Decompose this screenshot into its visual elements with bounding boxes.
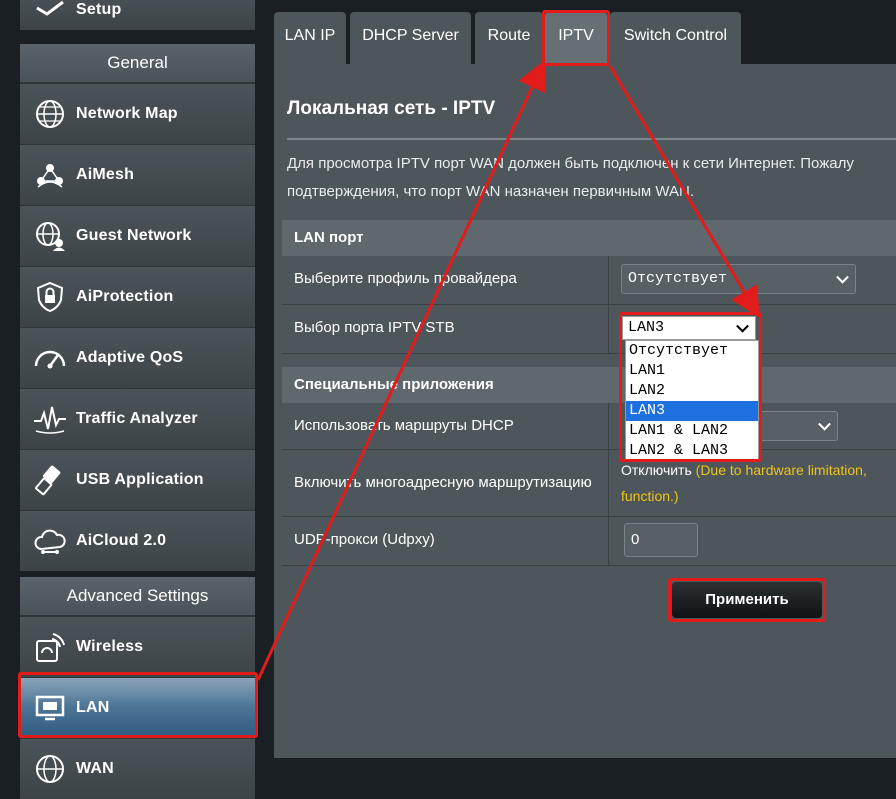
- annotation-box-stb: [619, 312, 762, 462]
- row-iptv-stb-port: Выбор порта IPTV STB: [282, 305, 896, 354]
- sidebar-item-label: AiCloud 2.0: [76, 532, 167, 549]
- sidebar-item-adaptive-qos[interactable]: Adaptive QoS: [20, 327, 255, 388]
- page-title: Локальная сеть - IPTV: [287, 98, 496, 119]
- pulse-icon: [32, 401, 68, 437]
- guest-globe-icon: [32, 218, 68, 254]
- dhcp-routes-select[interactable]: [758, 411, 838, 441]
- sidebar-item-label: AiProtection: [76, 288, 174, 305]
- sidebar-item-aimesh[interactable]: AiMesh: [20, 144, 255, 205]
- annotation-box-lan: [18, 672, 258, 738]
- tab-dhcp-server[interactable]: DHCP Server: [350, 12, 471, 64]
- sidebar-header-general: General: [20, 44, 255, 83]
- sidebar-item-usb-application[interactable]: USB Application: [20, 449, 255, 510]
- sidebar-header-advanced: Advanced Settings: [20, 577, 255, 616]
- sidebar-item-network-map[interactable]: Network Map: [20, 83, 255, 144]
- multicast-routing-label: Включить многоадресную маршрутизацию: [294, 474, 592, 491]
- sidebar-item-label: Adaptive QoS: [76, 349, 184, 366]
- usb-icon: [32, 462, 68, 498]
- section-special-apps: Специальные приложения: [282, 367, 896, 403]
- chevron-down-icon: [836, 270, 849, 284]
- setup-icon: [32, 0, 68, 28]
- dhcp-routes-label: Использовать маршруты DHCP: [294, 417, 514, 434]
- sidebar-item-aiprotection[interactable]: AiProtection: [20, 266, 255, 327]
- section-lan-port: LAN порт: [282, 220, 896, 256]
- sidebar-item-guest-network[interactable]: Guest Network: [20, 205, 255, 266]
- sidebar-item-aicloud[interactable]: AiCloud 2.0: [20, 510, 255, 571]
- sidebar-item-label: Traffic Analyzer: [76, 410, 198, 427]
- wan-globe-icon: [32, 751, 68, 787]
- lock-shield-icon: [32, 279, 68, 315]
- provider-profile-value: Отсутствует: [628, 270, 728, 287]
- sidebar-item-label: WAN: [76, 760, 114, 777]
- row-udpxy: UDP-прокси (Udpxy): [282, 517, 896, 566]
- udpxy-label: UDP-прокси (Udpxy): [294, 531, 435, 548]
- annotation-box-apply: [668, 578, 826, 622]
- annotation-box-iptv: [542, 10, 610, 66]
- description-line-2: подтверждения, что порт WAN назначен пер…: [287, 183, 694, 200]
- sidebar-item-label: Wireless: [76, 638, 144, 655]
- description-line-1: Для просмотра IPTV порт WAN должен быть …: [287, 155, 854, 172]
- sidebar-item-wan[interactable]: WAN: [20, 738, 255, 799]
- udpxy-input[interactable]: 0: [624, 523, 698, 557]
- cloud-icon: [32, 523, 68, 559]
- sidebar-item-label: Network Map: [76, 105, 178, 122]
- tab-lan-ip[interactable]: LAN IP: [274, 12, 346, 64]
- row-multicast-routing: Включить многоадресную маршрутизацию: [282, 450, 896, 517]
- sidebar-item-wireless[interactable]: Wireless: [20, 616, 255, 677]
- iptv-stb-port-label: Выбор порта IPTV STB: [294, 319, 455, 336]
- multicast-routing-note-2: function.): [621, 488, 679, 504]
- provider-profile-label: Выберите профиль провайдера: [294, 270, 517, 287]
- multicast-routing-note: (Due to hardware limitation,: [695, 462, 867, 478]
- sidebar-setup[interactable]: Setup: [20, 0, 255, 30]
- gauge-icon: [32, 340, 68, 376]
- multicast-routing-value[interactable]: Отключить (Due to hardware limitation,: [621, 462, 867, 478]
- wireless-icon: [32, 629, 68, 665]
- sidebar-item-label: USB Application: [76, 471, 204, 488]
- provider-profile-select[interactable]: Отсутствует: [621, 264, 856, 294]
- sidebar-item-label: Setup: [76, 1, 122, 18]
- multicast-routing-state: Отключить: [621, 462, 692, 478]
- tab-switch-control[interactable]: Switch Control: [610, 12, 741, 64]
- globe-icon: [32, 96, 68, 132]
- sidebar-general: General Network Map AiMesh Guest Network…: [20, 44, 255, 571]
- mesh-icon: [32, 157, 68, 193]
- sidebar-item-label: Guest Network: [76, 227, 192, 244]
- sidebar-item-traffic-analyzer[interactable]: Traffic Analyzer: [20, 388, 255, 449]
- tab-route[interactable]: Route: [475, 12, 543, 64]
- sidebar-item-label: AiMesh: [76, 166, 135, 183]
- chevron-down-icon: [818, 417, 831, 431]
- title-divider: [287, 138, 896, 140]
